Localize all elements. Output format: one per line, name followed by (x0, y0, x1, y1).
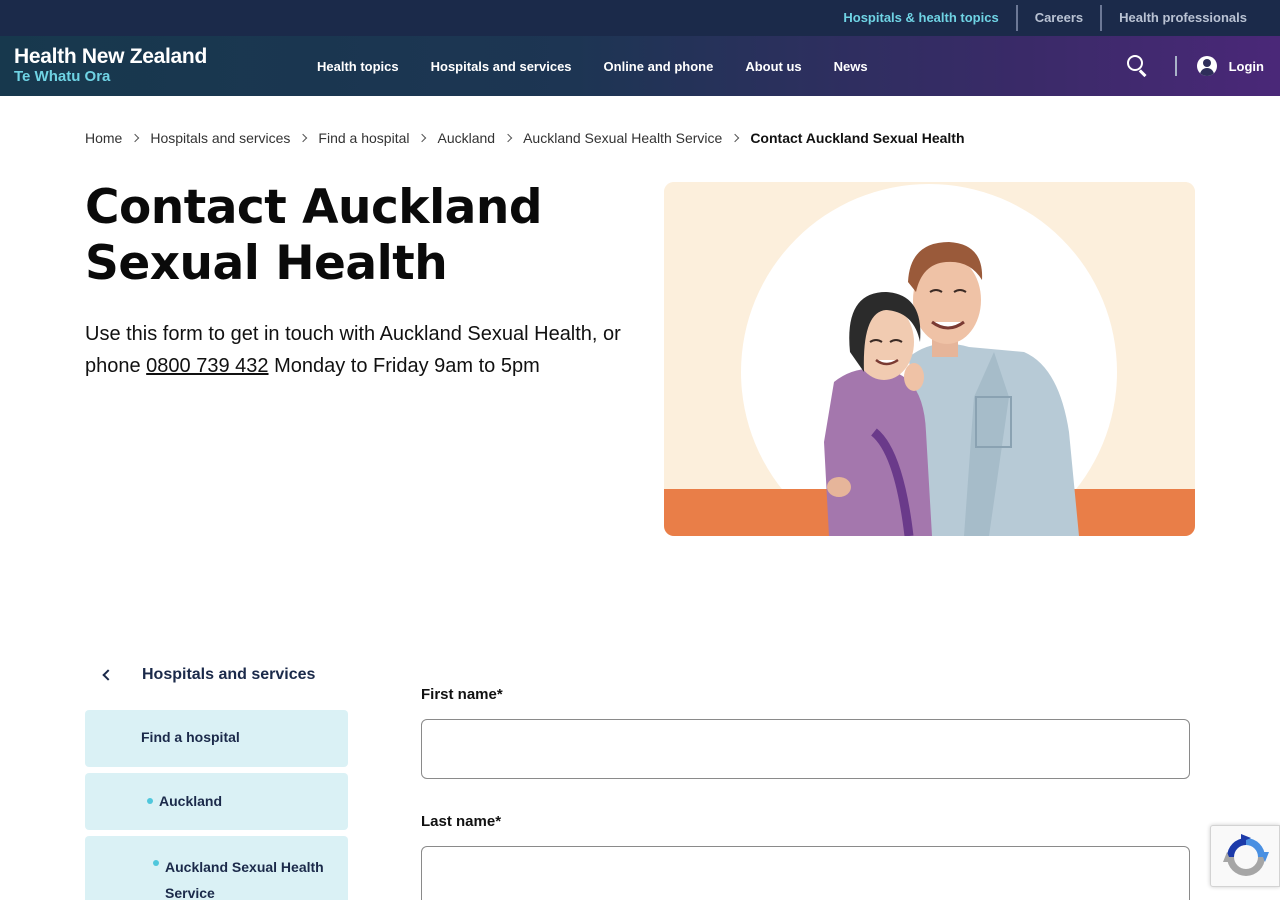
main-header: Health New Zealand Te Whatu Ora Health t… (0, 36, 1280, 96)
contact-form: First name* Last name* (421, 686, 1190, 900)
tool-divider (1174, 56, 1177, 76)
phone-link[interactable]: 0800 739 432 (146, 355, 268, 377)
chevron-right-icon (299, 133, 308, 143)
recaptcha-badge[interactable] (1210, 825, 1280, 887)
header-tools: Login (1126, 36, 1264, 96)
recaptcha-logo-icon (1223, 834, 1269, 876)
bullet-dot-icon (153, 860, 159, 866)
first-name-input[interactable] (421, 719, 1190, 779)
last-name-field-group: Last name* (421, 813, 1190, 900)
nav-hospitals-and-services[interactable]: Hospitals and services (415, 59, 588, 74)
breadcrumb: Home Hospitals and services Find a hospi… (85, 130, 965, 146)
breadcrumb-auckland-sexual-health-service[interactable]: Auckland Sexual Health Service (523, 130, 722, 146)
nav-health-topics[interactable]: Health topics (301, 59, 415, 74)
side-nav-item-find-a-hospital[interactable]: Find a hospital (85, 710, 348, 767)
breadcrumb-auckland[interactable]: Auckland (437, 130, 495, 146)
breadcrumb-find-a-hospital[interactable]: Find a hospital (318, 130, 409, 146)
side-nav-item-label: Auckland (159, 793, 223, 809)
side-nav-item-auckland-sexual-health-service[interactable]: Auckland Sexual Health Service (85, 836, 348, 900)
side-nav-back-link[interactable]: Hospitals and services (85, 660, 348, 690)
search-icon[interactable] (1126, 55, 1149, 77)
utility-link-careers[interactable]: Careers (1015, 5, 1100, 31)
nav-about-us[interactable]: About us (729, 59, 817, 74)
utility-link-health-professionals[interactable]: Health professionals (1100, 5, 1264, 31)
login-link[interactable]: Login (1229, 59, 1264, 74)
brand-logo[interactable]: Health New Zealand Te Whatu Ora (14, 46, 207, 85)
breadcrumb-current: Contact Auckland Sexual Health (750, 130, 965, 146)
chevron-right-icon (731, 133, 740, 143)
brand-name: Health New Zealand (14, 45, 207, 68)
chevron-right-icon (503, 133, 513, 143)
intro-text-end: Monday to Friday 9am to 5pm (268, 355, 540, 377)
main-nav: Health topics Hospitals and services Onl… (301, 36, 884, 96)
side-nav-item-auckland[interactable]: Auckland (85, 773, 348, 830)
chevron-right-icon (131, 133, 140, 143)
couple-illustration (664, 182, 1195, 536)
hero-illustration (664, 182, 1195, 536)
brand-subtitle: Te Whatu Ora (14, 68, 111, 85)
bullet-dot-icon (147, 798, 153, 804)
user-icon[interactable] (1196, 56, 1217, 76)
nav-online-and-phone[interactable]: Online and phone (588, 59, 730, 74)
chevron-right-icon (418, 133, 427, 143)
intro-text: Use this form to get in touch with Auckl… (85, 318, 630, 382)
last-name-input[interactable] (421, 846, 1190, 900)
nav-news[interactable]: News (818, 59, 884, 74)
side-nav: Hospitals and services Find a hospital A… (85, 660, 348, 900)
page-title: Contact Auckland Sexual Health (85, 180, 543, 291)
side-nav-item-label: Auckland Sexual Health Service (165, 859, 324, 900)
breadcrumb-hospitals-and-services[interactable]: Hospitals and services (150, 130, 290, 146)
side-nav-item-label: Find a hospital (141, 729, 240, 745)
utility-link-hospitals-health-topics[interactable]: Hospitals & health topics (826, 5, 1015, 31)
first-name-field-group: First name* (421, 686, 1190, 779)
utility-bar: Hospitals & health topics Careers Health… (0, 0, 1280, 36)
last-name-label: Last name* (421, 813, 502, 830)
breadcrumb-home[interactable]: Home (85, 130, 122, 146)
side-nav-back-label: Hospitals and services (142, 666, 316, 683)
first-name-label: First name* (421, 686, 503, 703)
chevron-left-icon (102, 669, 114, 681)
